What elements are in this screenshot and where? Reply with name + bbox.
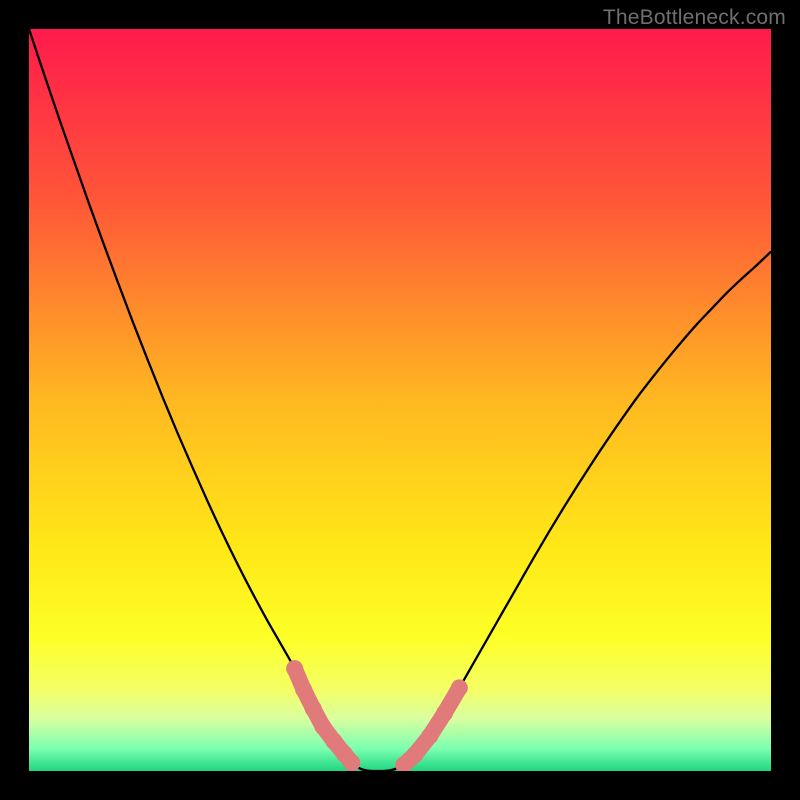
highlight-dot [343,754,360,771]
highlight-dot [406,746,423,763]
highlight-dot [451,679,468,696]
highlight-dot [436,705,453,722]
gradient-background [29,29,771,771]
highlight-dot [305,700,322,717]
watermark-text: TheBottleneck.com [603,6,786,30]
chart-plot-area [29,29,771,771]
chart-svg [29,29,771,771]
highlight-dot [421,728,438,745]
highlight-dot [286,660,303,677]
highlight-dot [295,681,312,698]
highlight-dot [314,718,331,735]
